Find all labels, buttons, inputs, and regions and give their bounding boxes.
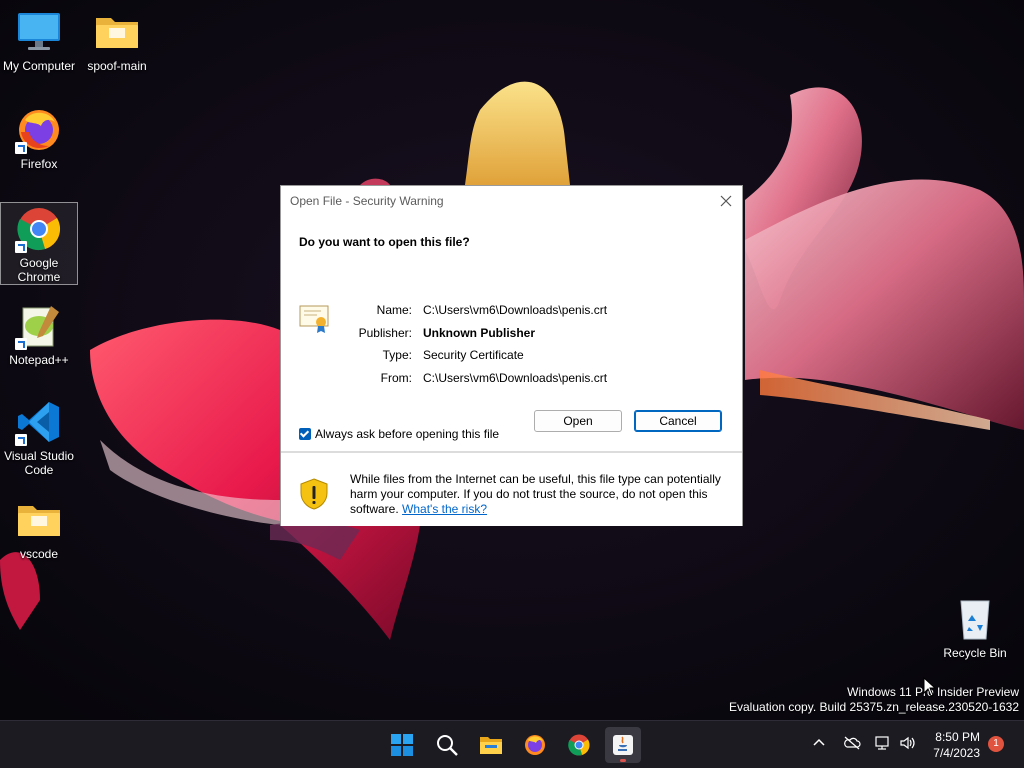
name-value: C:\Users\vm6\Downloads\penis.crt — [423, 303, 608, 317]
desktop-icon-label: vscode — [19, 547, 59, 561]
desktop-icon-visual-studio-code[interactable]: Visual Studio Code — [1, 398, 77, 477]
desktop-icon-vscode-folder[interactable]: vscode — [1, 496, 77, 561]
from-label: From: — [380, 371, 412, 385]
monitor-icon — [18, 13, 60, 50]
desktop-icon-label: Notepad++ — [9, 353, 69, 367]
close-button[interactable] — [716, 191, 736, 211]
onedrive-offline-icon[interactable] — [843, 735, 861, 751]
desktop-icon-recycle-bin[interactable]: Recycle Bin — [937, 595, 1013, 660]
taskbar-file-explorer[interactable] — [473, 727, 509, 763]
publisher-label: Publisher: — [358, 326, 412, 340]
security-warning-dialog: Open File - Security Warning Do you want… — [280, 185, 743, 526]
clock-time: 8:50 PM — [935, 730, 980, 744]
always-ask-option[interactable]: Always ask before opening this file — [299, 427, 499, 441]
publisher-value: Unknown Publisher — [423, 326, 536, 340]
desktop-icon-notepad-plus-plus[interactable]: Notepad++ — [1, 302, 77, 367]
open-button[interactable]: Open — [534, 410, 622, 432]
desktop-icon-label: My Computer — [2, 59, 76, 73]
taskbar-search-button[interactable] — [429, 727, 465, 763]
search-icon — [437, 735, 458, 756]
warning-shield-icon — [300, 478, 328, 510]
desktop-icon-firefox[interactable]: Firefox — [1, 106, 77, 171]
always-ask-checkbox[interactable] — [299, 428, 311, 440]
warning-message: While files from the Internet can be use… — [350, 472, 735, 517]
desktop-icon-label: Firefox — [20, 157, 58, 171]
taskbar: 8:50 PM 7/4/2023 1 — [0, 720, 1024, 768]
start-button[interactable] — [384, 727, 420, 763]
start-icon — [391, 734, 413, 756]
cancel-button[interactable]: Cancel — [634, 410, 722, 432]
shortcut-arrow-icon — [15, 434, 27, 446]
java-icon — [613, 735, 633, 755]
folder-icon — [18, 506, 60, 536]
type-value: Security Certificate — [423, 348, 524, 362]
desktop-icon-label: spoof-main — [87, 59, 147, 73]
watermark-line-2: Evaluation copy. Build 25375.zn_release.… — [729, 700, 1019, 714]
whats-the-risk-link[interactable]: What's the risk? — [402, 502, 487, 516]
type-label: Type: — [382, 348, 412, 362]
file-explorer-icon — [480, 737, 502, 754]
evaluation-watermark: Windows 11 Pro Insider Preview Evaluatio… — [729, 685, 1019, 715]
network-icon[interactable] — [874, 735, 892, 751]
from-value: C:\Users\vm6\Downloads\penis.crt — [423, 371, 608, 385]
warning-panel: While files from the Internet can be use… — [281, 452, 742, 526]
taskbar-chrome[interactable] — [561, 727, 597, 763]
mouse-cursor-icon — [923, 677, 937, 697]
system-clock[interactable]: 8:50 PM 7/4/2023 — [933, 729, 980, 761]
desktop-icon-label: Google Chrome — [17, 256, 61, 284]
desktop-icon-google-chrome[interactable]: Google Chrome — [0, 202, 78, 285]
always-ask-label: Always ask before opening this file — [315, 427, 500, 441]
watermark-line-1: Windows 11 Pro Insider Preview — [847, 685, 1019, 699]
name-label: Name: — [376, 303, 412, 317]
certificate-icon — [299, 305, 329, 333]
taskbar-java[interactable] — [605, 727, 641, 763]
shortcut-arrow-icon — [15, 142, 27, 154]
dialog-content: Do you want to open this file? Name: C:\… — [281, 216, 742, 452]
firefox-icon — [525, 735, 545, 755]
shortcut-arrow-icon — [15, 241, 27, 253]
desktop-icon-spoof-main[interactable]: spoof-main — [79, 8, 155, 73]
dialog-question: Do you want to open this file? — [299, 235, 470, 249]
taskbar-firefox[interactable] — [517, 727, 553, 763]
volume-icon[interactable] — [899, 735, 917, 751]
dialog-title: Open File - Security Warning — [290, 194, 444, 208]
notification-badge[interactable]: 1 — [988, 736, 1004, 752]
recycle-bin-icon — [960, 600, 990, 640]
folder-icon — [96, 18, 138, 48]
chrome-icon — [568, 734, 590, 756]
desktop-icon-label: Visual Studio Code — [4, 449, 74, 477]
dialog-titlebar[interactable]: Open File - Security Warning — [281, 186, 742, 216]
clock-date: 7/4/2023 — [933, 746, 980, 760]
desktop-icon-label: Recycle Bin — [943, 646, 1007, 660]
close-icon — [720, 195, 732, 207]
chevron-up-icon[interactable] — [812, 735, 826, 749]
desktop-icon-my-computer[interactable]: My Computer — [1, 8, 77, 73]
shortcut-arrow-icon — [15, 338, 27, 350]
